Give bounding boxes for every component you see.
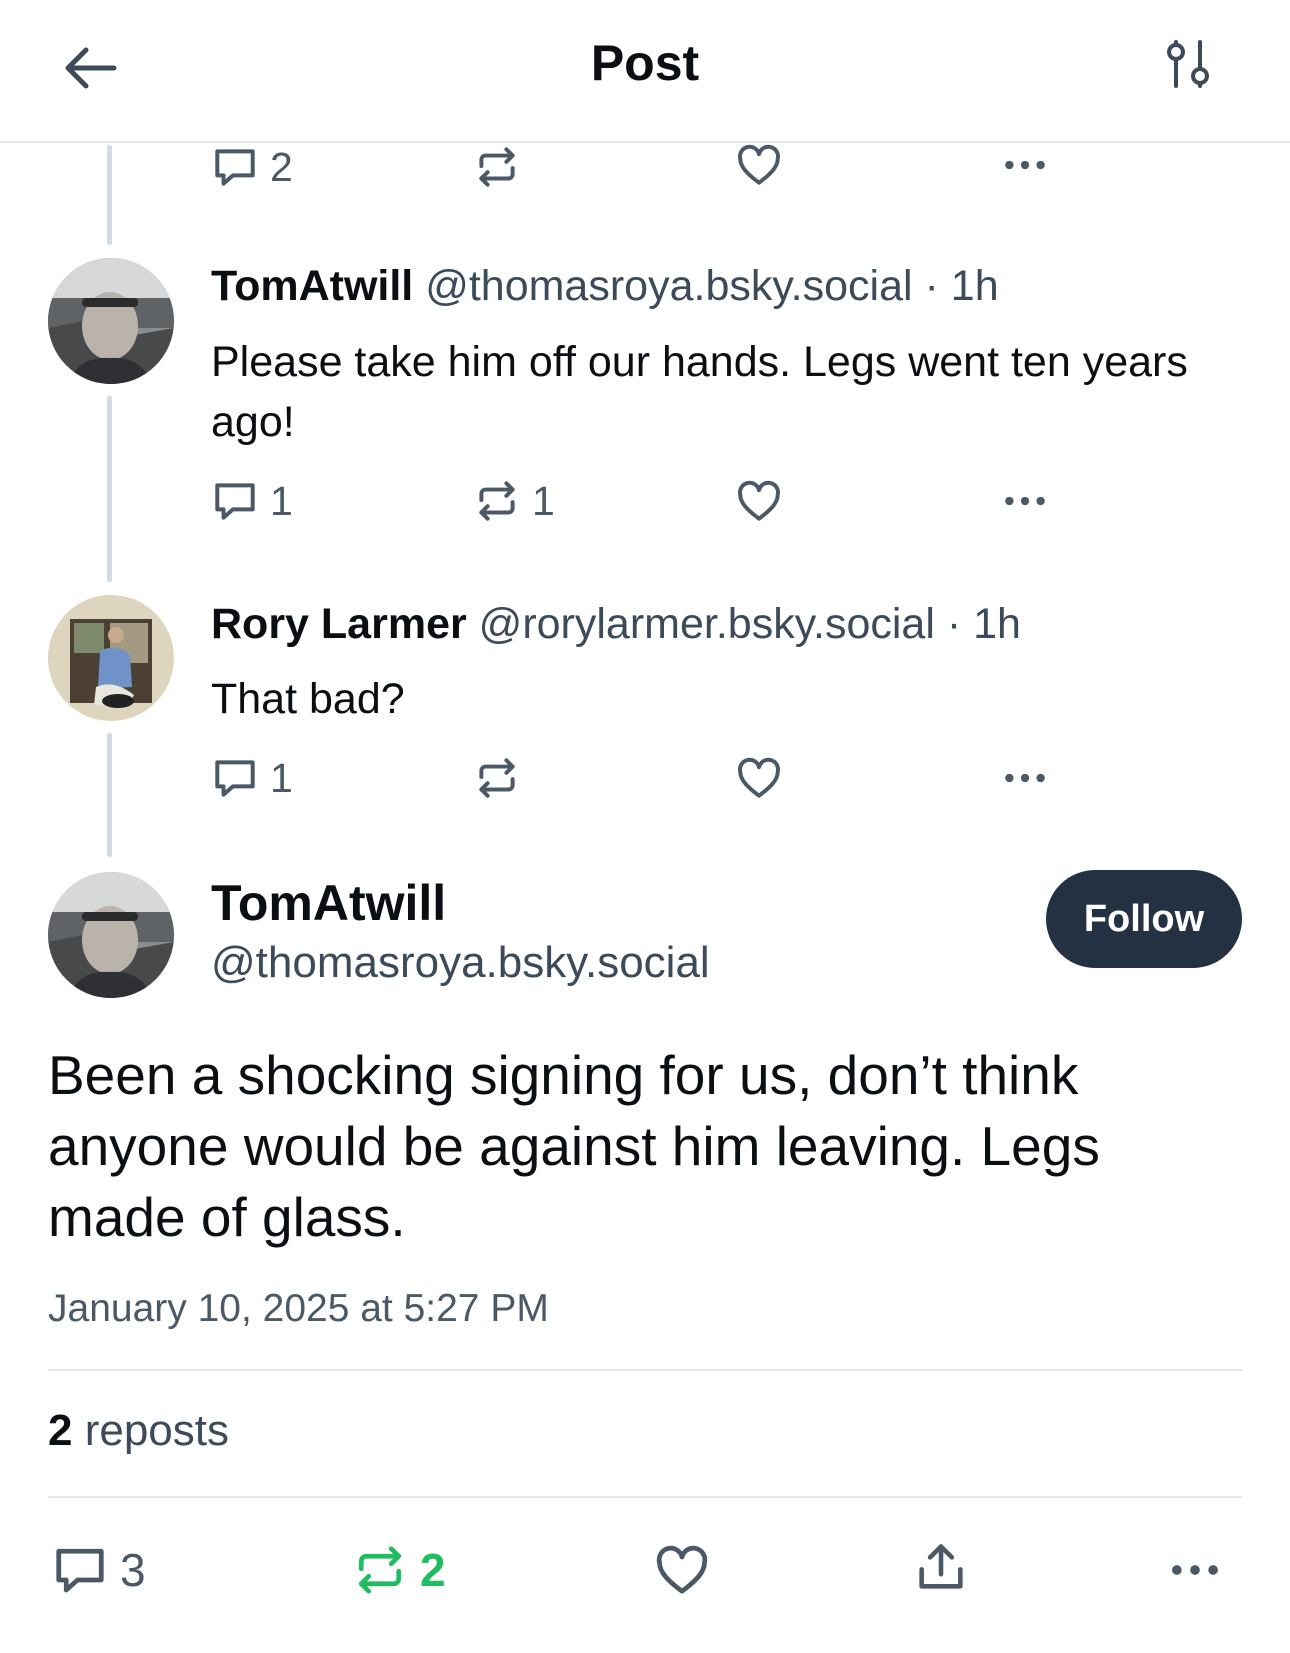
like-button[interactable]	[734, 753, 784, 803]
reply-count: 3	[120, 1544, 146, 1596]
reply-button[interactable]: 1	[210, 476, 293, 526]
more-icon	[998, 753, 1052, 803]
repost-icon	[472, 753, 522, 803]
author-name[interactable]: TomAtwill	[211, 262, 413, 310]
thread-line	[107, 733, 112, 857]
repost-button[interactable]	[472, 753, 522, 803]
repost-total: 2	[48, 1406, 73, 1455]
main-post-text: Been a shocking signing for us, don’t th…	[48, 1044, 1100, 1248]
post-text: Please take him off our hands. Legs went…	[211, 338, 1188, 446]
avatar-photo	[48, 258, 174, 384]
repost-icon	[472, 142, 522, 192]
divider	[48, 1496, 1242, 1498]
like-button[interactable]	[734, 476, 784, 526]
reply-icon	[210, 476, 260, 526]
sliders-icon[interactable]	[1160, 36, 1220, 96]
heart-icon	[734, 140, 784, 190]
repost-button[interactable]: 1	[472, 476, 555, 526]
thread-line	[107, 396, 112, 582]
more-options-button[interactable]	[998, 476, 1052, 526]
repost-button[interactable]: 2	[350, 1540, 446, 1600]
more-options-button[interactable]	[998, 140, 1052, 190]
reply-icon	[50, 1540, 110, 1600]
reposts-label: reposts	[72, 1406, 229, 1455]
reply-count: 1	[270, 477, 293, 524]
post-time: · 1h	[912, 262, 999, 310]
heart-icon	[734, 753, 784, 803]
avatar[interactable]	[48, 872, 174, 998]
repost-icon	[350, 1540, 410, 1600]
repost-icon	[472, 476, 522, 526]
reply-button[interactable]: 3	[50, 1540, 146, 1600]
post-text: That bad?	[211, 675, 405, 723]
avatar[interactable]	[48, 258, 174, 384]
thread-line	[107, 145, 112, 245]
reply-button[interactable]: 2	[210, 142, 293, 192]
author-name[interactable]: Rory Larmer	[211, 600, 467, 648]
reply-icon	[210, 753, 260, 803]
repost-button[interactable]	[472, 142, 522, 192]
avatar[interactable]	[48, 595, 174, 721]
heart-icon	[652, 1540, 712, 1600]
author-handle[interactable]: @thomasroya.bsky.social	[425, 262, 912, 310]
follow-button[interactable]: Follow	[1046, 870, 1242, 968]
more-options-button[interactable]	[998, 753, 1052, 803]
like-button[interactable]	[734, 140, 784, 190]
more-icon	[998, 476, 1052, 526]
avatar-photo	[48, 872, 174, 998]
like-button[interactable]	[652, 1540, 712, 1600]
author-handle[interactable]: @thomasroya.bsky.social	[211, 938, 710, 988]
post-time: · 1h	[934, 600, 1021, 648]
more-icon	[998, 140, 1052, 190]
reply-button[interactable]: 1	[210, 753, 293, 803]
repost-count: 2	[420, 1544, 446, 1596]
reply-count: 1	[270, 754, 293, 801]
avatar-photo	[48, 595, 174, 721]
repost-count: 1	[532, 477, 555, 524]
post-timestamp: January 10, 2025 at 5:27 PM	[48, 1287, 549, 1330]
author-handle[interactable]: @rorylarmer.bsky.social	[479, 600, 935, 648]
post-header: TomAtwill @thomasroya.bsky.social · 1h	[211, 262, 999, 311]
heart-icon	[734, 476, 784, 526]
page-title: Post	[590, 35, 700, 91]
more-icon	[1166, 1540, 1224, 1600]
share-button[interactable]	[912, 1538, 970, 1596]
top-bar: Post	[0, 0, 1290, 143]
author-name[interactable]: TomAtwill	[211, 874, 446, 932]
reply-icon	[210, 142, 260, 192]
reply-count: 2	[270, 143, 293, 190]
reposts-count-link[interactable]: 2 reposts	[48, 1406, 229, 1456]
divider	[48, 1369, 1242, 1371]
post-header: Rory Larmer @rorylarmer.bsky.social · 1h	[211, 600, 1021, 649]
share-icon	[912, 1538, 970, 1596]
more-options-button[interactable]	[1166, 1540, 1224, 1600]
